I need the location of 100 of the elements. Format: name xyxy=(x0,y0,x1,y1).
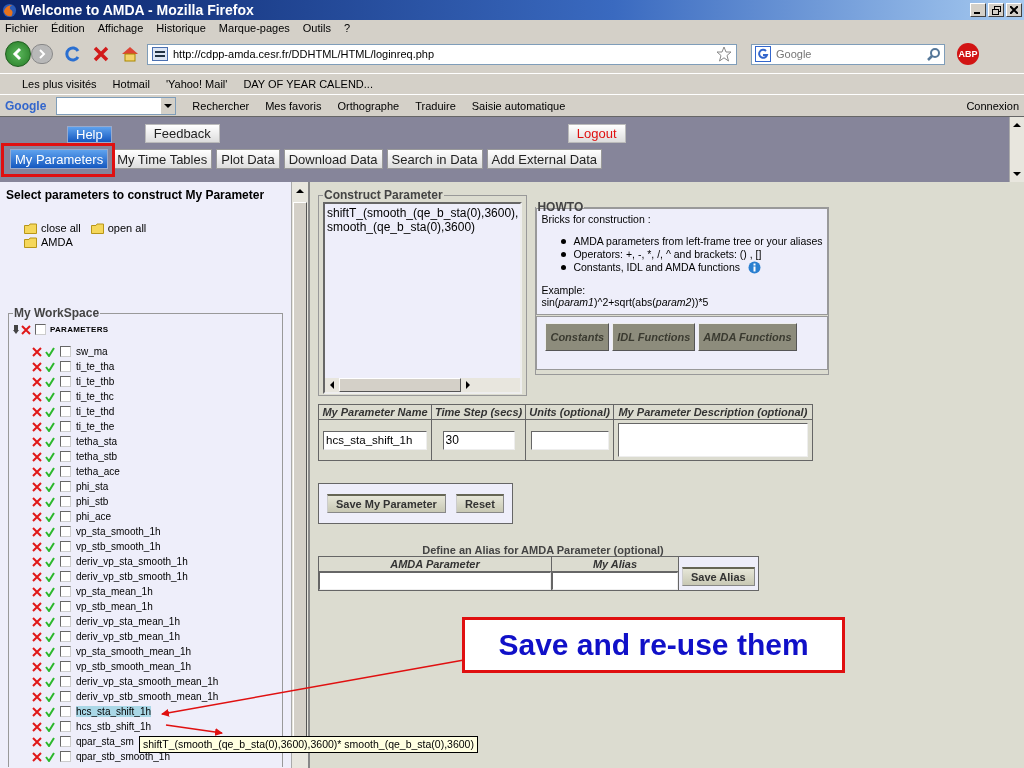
checkbox[interactable] xyxy=(60,481,71,492)
delete-icon[interactable] xyxy=(32,541,42,552)
checkbox[interactable] xyxy=(60,511,71,522)
delete-icon[interactable] xyxy=(32,466,42,477)
check-icon[interactable] xyxy=(45,346,55,357)
check-icon[interactable] xyxy=(45,721,55,732)
delete-icon[interactable] xyxy=(21,324,31,335)
delete-icon[interactable] xyxy=(32,451,42,462)
checkbox[interactable] xyxy=(60,466,71,477)
delete-icon[interactable] xyxy=(32,661,42,672)
delete-icon[interactable] xyxy=(32,736,42,747)
info-icon[interactable] xyxy=(748,261,761,274)
checkbox[interactable] xyxy=(60,571,71,582)
delete-icon[interactable] xyxy=(32,421,42,432)
delete-icon[interactable] xyxy=(32,751,42,762)
link-button[interactable]: Help xyxy=(67,126,112,143)
parameter-item[interactable]: ti_te_thd xyxy=(76,406,115,417)
bookmark-item[interactable]: Hotmail xyxy=(112,78,150,90)
checkbox[interactable] xyxy=(60,616,71,627)
bookmark-item[interactable]: Les plus visités xyxy=(22,78,97,90)
check-icon[interactable] xyxy=(45,706,55,717)
parameter-item[interactable]: ti_te_thc xyxy=(76,391,114,402)
save-alias-button[interactable]: Save Alias xyxy=(682,567,755,586)
parameter-item[interactable]: deriv_vp_sta_smooth_1h xyxy=(76,556,188,567)
tab[interactable]: Download Data xyxy=(283,149,383,169)
parameter-item[interactable]: phi_ace xyxy=(76,511,112,522)
sign-in-link[interactable]: Connexion xyxy=(966,99,1019,112)
units-field[interactable] xyxy=(530,430,609,450)
tab[interactable]: Add External Data xyxy=(486,149,603,169)
delete-icon[interactable] xyxy=(32,361,42,372)
parameter-item[interactable]: tetha_ace xyxy=(76,466,120,477)
parameter-item[interactable]: tetha_sta xyxy=(76,436,118,447)
checkbox[interactable] xyxy=(60,721,71,732)
vertical-scrollbar[interactable] xyxy=(1009,117,1024,182)
delete-icon[interactable] xyxy=(32,646,42,657)
menu-item[interactable]: ? xyxy=(343,21,351,34)
checkbox[interactable] xyxy=(60,736,71,747)
formula-field[interactable]: shiftT_(smooth_(qe_b_sta(0),3600), smooth_(qe_b_sta(0),3600) xyxy=(323,202,523,394)
checkbox[interactable] xyxy=(35,324,46,335)
tab[interactable]: Plot Data xyxy=(216,149,280,169)
tab[interactable]: My Time Tables xyxy=(112,149,213,169)
check-icon[interactable] xyxy=(45,571,55,582)
checkbox[interactable] xyxy=(60,556,71,567)
parameter-item[interactable]: vp_stb_smooth_1h xyxy=(76,541,161,552)
delete-icon[interactable] xyxy=(32,436,42,447)
close-button[interactable] xyxy=(1006,3,1022,17)
check-icon[interactable] xyxy=(45,556,55,567)
check-icon[interactable] xyxy=(45,451,55,462)
checkbox[interactable] xyxy=(60,451,71,462)
check-icon[interactable] xyxy=(45,406,55,417)
delete-icon[interactable] xyxy=(32,706,42,717)
delete-icon[interactable] xyxy=(32,376,42,387)
toolbar-item[interactable]: Traduire xyxy=(415,99,456,112)
check-icon[interactable] xyxy=(45,646,55,657)
checkbox[interactable] xyxy=(60,346,71,357)
check-icon[interactable] xyxy=(45,736,55,747)
delete-icon[interactable] xyxy=(32,511,42,522)
parameter-item[interactable]: ti_te_the xyxy=(76,421,115,432)
tab[interactable]: My Parameters xyxy=(10,149,109,169)
bookmark-item[interactable]: 'Yahoo! Mail' xyxy=(165,78,228,90)
adblock-button[interactable]: ABP xyxy=(957,43,979,65)
checkbox[interactable] xyxy=(60,646,71,657)
delete-icon[interactable] xyxy=(32,391,42,402)
restore-button[interactable] xyxy=(988,3,1004,17)
checkbox[interactable] xyxy=(60,421,71,432)
toolbar-item[interactable]: Saisie automatique xyxy=(471,99,566,112)
parameter-item[interactable]: sw_ma xyxy=(76,346,108,357)
check-icon[interactable] xyxy=(45,481,55,492)
parameter-item[interactable]: phi_sta xyxy=(76,481,109,492)
back-button[interactable] xyxy=(5,41,31,67)
checkbox[interactable] xyxy=(60,376,71,387)
horizontal-scrollbar[interactable] xyxy=(325,378,521,392)
delete-icon[interactable] xyxy=(32,586,42,597)
checkbox[interactable] xyxy=(60,526,71,537)
amda-parameter-field[interactable] xyxy=(319,572,551,590)
description-field[interactable] xyxy=(617,423,808,457)
delete-icon[interactable] xyxy=(32,556,42,567)
alias-field[interactable] xyxy=(552,572,678,590)
check-icon[interactable] xyxy=(45,541,55,552)
check-icon[interactable] xyxy=(45,616,55,627)
checkbox[interactable] xyxy=(60,751,71,762)
minimize-button[interactable] xyxy=(970,3,986,17)
delete-icon[interactable] xyxy=(32,616,42,627)
tree-action-link[interactable]: open all xyxy=(107,222,147,234)
checkbox[interactable] xyxy=(60,691,71,702)
delete-icon[interactable] xyxy=(32,526,42,537)
checkbox[interactable] xyxy=(60,661,71,672)
parameter-item[interactable]: qpar_sta_sm xyxy=(76,736,134,747)
check-icon[interactable] xyxy=(45,436,55,447)
checkbox[interactable] xyxy=(60,406,71,417)
check-icon[interactable] xyxy=(45,676,55,687)
parameter-item[interactable]: vp_stb_smooth_mean_1h xyxy=(76,661,192,672)
toolbar-search-field[interactable] xyxy=(56,96,177,115)
check-icon[interactable] xyxy=(45,496,55,507)
menu-item[interactable]: Affichage xyxy=(97,21,144,34)
parameter-item[interactable]: deriv_vp_stb_mean_1h xyxy=(76,631,180,642)
check-icon[interactable] xyxy=(45,526,55,537)
toolbar-item[interactable]: Rechercher xyxy=(192,99,250,112)
checkbox[interactable] xyxy=(60,541,71,552)
parameter-item[interactable]: deriv_vp_stb_smooth_mean_1h xyxy=(76,691,219,702)
